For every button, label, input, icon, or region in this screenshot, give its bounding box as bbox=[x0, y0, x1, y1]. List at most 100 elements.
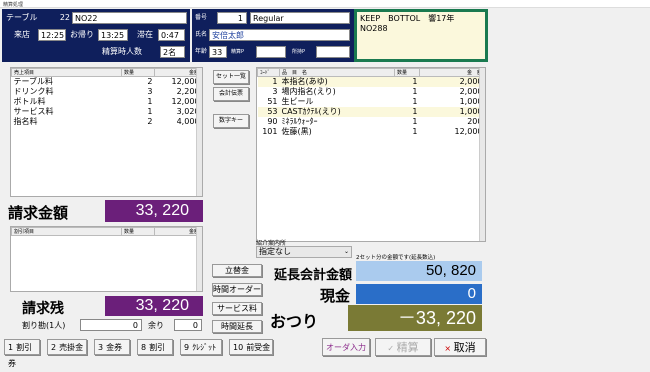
col-code: ｺｰﾄﾞ bbox=[257, 68, 280, 77]
footer-button-1[interactable]: 1 割引券 bbox=[4, 339, 40, 368]
keep-line-1: KEEP BOTTOL 響17年 bbox=[360, 14, 455, 23]
table-label: テーブル bbox=[6, 13, 38, 22]
cell-qty: 2 bbox=[147, 117, 153, 126]
table-row[interactable]: ドリンク料 3 2,200 bbox=[12, 87, 202, 97]
age-label: 年齢 bbox=[195, 48, 208, 55]
stay-label: 滞在 bbox=[137, 30, 153, 39]
keep-bottle-memo: KEEP BOTTOL 響17年 NO288 bbox=[354, 9, 488, 62]
table-row[interactable]: 90 ﾐﾈﾗﾙｳｫｰﾀｰ 1 200 bbox=[258, 117, 485, 127]
cash-amount[interactable]: 0 bbox=[356, 284, 482, 304]
split-amount: 0 bbox=[80, 319, 142, 331]
footer-button-2[interactable]: 2 売掛金 bbox=[47, 339, 87, 355]
check-icon: ✓ bbox=[387, 344, 395, 353]
bill-amount: 33, 220 bbox=[105, 200, 203, 222]
footer-key-number: 2 bbox=[51, 343, 57, 352]
cell-qty: 1 bbox=[412, 117, 418, 126]
table-row[interactable]: 1 本指名(あゆ) 1 2,000 bbox=[257, 76, 485, 87]
col-amount: 金 額 bbox=[419, 68, 485, 77]
table-row[interactable]: 51 生ビール 1 1,000 bbox=[258, 97, 485, 107]
cancel-button[interactable]: × 取消 bbox=[434, 338, 486, 356]
table-row[interactable]: ボトル料 1 12,000 bbox=[12, 97, 202, 107]
cell-amount: 4,000 bbox=[176, 117, 200, 126]
cell-amount: 12,000 bbox=[171, 97, 200, 106]
table-row[interactable]: テーブル料 2 12,000 bbox=[12, 77, 202, 88]
time-extend-button[interactable]: 時間延長 bbox=[212, 320, 262, 333]
discount-scrollbar[interactable] bbox=[196, 227, 202, 291]
age-value: 33 bbox=[209, 46, 227, 58]
cell-name: 本指名(あゆ) bbox=[281, 77, 328, 86]
people-label: 精算時人数 bbox=[102, 47, 142, 56]
cell-name: CASTｶｸﾃﾙ(えり) bbox=[281, 107, 341, 116]
order-scrollbar[interactable] bbox=[479, 68, 485, 241]
order-items-table[interactable]: ｺｰﾄﾞ 品 目 名 数量 金 額 1 本指名(あゆ) 1 2,000 3 場内指名(えり… bbox=[256, 67, 486, 242]
footer-button-label: 前受金 bbox=[246, 343, 271, 352]
keep-line-2: NO288 bbox=[360, 24, 388, 33]
cell-code: 3 bbox=[272, 87, 278, 96]
split-label: 割り勘(1人) bbox=[22, 321, 66, 330]
extension-amount: 50, 820 bbox=[356, 261, 482, 281]
customer-name: 安倍太郎 bbox=[209, 29, 350, 41]
numkey-button[interactable]: 数字キー bbox=[213, 114, 249, 128]
footer-button-10[interactable]: 10 前受金 bbox=[229, 339, 273, 355]
table-row[interactable]: サービス料 1 3,020 bbox=[12, 107, 202, 117]
cell-qty: 1 bbox=[412, 87, 418, 96]
window-titlebar: 精算処理 bbox=[0, 0, 650, 8]
table-row[interactable]: 指名料 2 4,000 bbox=[12, 117, 202, 127]
cell-qty: 3 bbox=[147, 87, 153, 96]
cell-code: 51 bbox=[267, 97, 278, 106]
remain-label: 請求残 bbox=[22, 300, 64, 316]
cell-amount: 1,000 bbox=[459, 97, 483, 106]
stay-time: 0:47 bbox=[158, 29, 185, 41]
settle-points bbox=[256, 46, 286, 58]
settle-button[interactable]: ✓ 精算 bbox=[375, 338, 431, 356]
set-list-button[interactable]: セット一覧 bbox=[213, 70, 249, 84]
cell-qty: 1 bbox=[412, 107, 418, 116]
order-input-button[interactable]: オーダ入力 bbox=[322, 338, 370, 356]
cell-name: 場内指名(えり) bbox=[281, 87, 336, 96]
col-qty: 数量 bbox=[121, 227, 155, 236]
footer-button-8[interactable]: 8 割引 bbox=[137, 339, 173, 355]
accounting-slip-button[interactable]: 会計伝票 bbox=[213, 87, 249, 101]
cell-name: サービス料 bbox=[13, 107, 54, 116]
cell-qty: 1 bbox=[412, 127, 418, 136]
table-row[interactable]: 101 佐藤(黒) 1 12,000 bbox=[258, 127, 485, 137]
footer-buttons: 1 割引券 2 売掛金 3 金券 8 割引 9 ｸﾚｼﾞｯﾄ 10 前受金 bbox=[4, 339, 274, 368]
cell-amount: 2,000 bbox=[459, 87, 483, 96]
sales-items-table[interactable]: 売上項目 数量 金額 テーブル料 2 12,000 ドリンク料 3 2,200 ボトル料 1 1… bbox=[10, 67, 203, 197]
leave-label: お帰り bbox=[70, 30, 94, 39]
table-row[interactable]: 3 場内指名(えり) 1 2,000 bbox=[258, 87, 485, 97]
arrive-time: 12:25 bbox=[38, 29, 66, 41]
exchange-button[interactable]: 立替金 bbox=[212, 264, 262, 277]
sales-scrollbar[interactable] bbox=[196, 68, 202, 196]
col-qty: 数量 bbox=[394, 68, 420, 77]
cell-amount: 1,000 bbox=[459, 107, 483, 116]
people-count: 2名 bbox=[160, 46, 185, 58]
cell-amount: 2,000 bbox=[459, 77, 483, 86]
col-amount: 金額 bbox=[154, 227, 202, 236]
arrive-label: 来店 bbox=[14, 30, 30, 39]
extension-label: 延長会計金額 bbox=[274, 267, 353, 282]
customer-number-label: 番号 bbox=[195, 14, 208, 21]
referral-select[interactable]: 指定なし ⌄ bbox=[256, 246, 352, 258]
customer-panel: 番号 1 Regular 氏名 安倍太郎 年齢 33 精算P 所持P bbox=[192, 9, 354, 62]
table-row[interactable]: 53 CASTｶｸﾃﾙ(えり) 1 1,000 bbox=[257, 107, 485, 117]
footer-button-label: 売掛金 bbox=[59, 343, 84, 352]
cell-code: 1 bbox=[272, 77, 278, 86]
change-label: おつり bbox=[270, 314, 319, 331]
discount-table[interactable]: 割引項目 数量 金額 bbox=[10, 226, 203, 292]
customer-name-label: 氏名 bbox=[195, 31, 208, 38]
bill-label: 請求金額 bbox=[8, 205, 69, 222]
cell-code: 53 bbox=[267, 107, 278, 116]
cell-name: 指名料 bbox=[13, 117, 38, 126]
footer-button-9[interactable]: 9 ｸﾚｼﾞｯﾄ bbox=[180, 339, 222, 355]
footer-key-number: 8 bbox=[141, 343, 147, 352]
table-number: 22 bbox=[59, 13, 70, 22]
window-title: 精算処理 bbox=[3, 2, 24, 8]
cell-qty: 1 bbox=[412, 77, 418, 86]
time-order-button[interactable]: 時間オーダー bbox=[212, 283, 262, 296]
cell-name: 佐藤(黒) bbox=[281, 127, 312, 136]
footer-button-3[interactable]: 3 金券 bbox=[94, 339, 130, 355]
col-name: 品 目 名 bbox=[279, 68, 395, 77]
service-fee-button[interactable]: サービス料 bbox=[212, 302, 262, 315]
table-info-panel: テーブル 22 NO22 来店 12:25 お帰り 13:25 滞在 0:47 … bbox=[2, 9, 190, 62]
